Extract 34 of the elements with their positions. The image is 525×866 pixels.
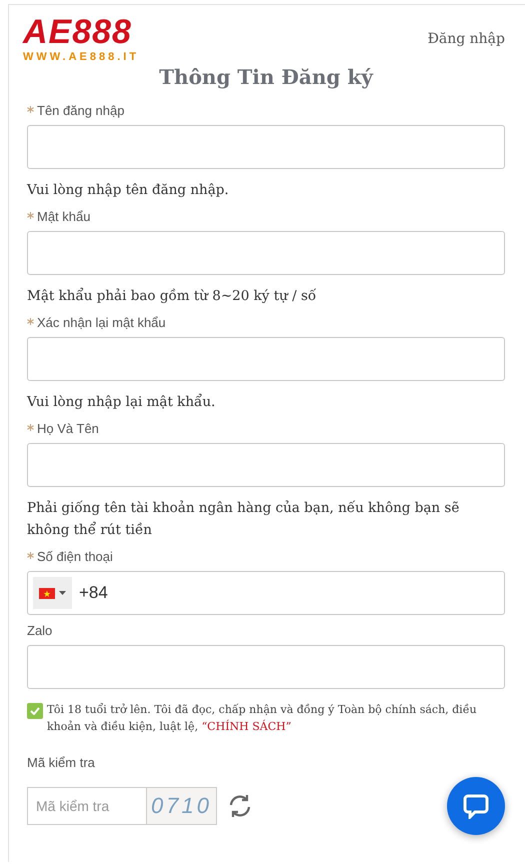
logo-url: WWW.AE888.IT xyxy=(23,51,140,63)
phone-value: +84 xyxy=(79,583,108,603)
input-field[interactable] xyxy=(27,337,505,381)
chat-button[interactable] xyxy=(447,777,505,835)
captcha-label: Mã kiểm tra xyxy=(27,755,95,770)
input-field[interactable] xyxy=(27,125,505,169)
captcha-image: 0710 xyxy=(147,787,217,825)
captcha-field[interactable]: Mã kiểm tra xyxy=(27,787,147,825)
agreement-text: Tôi 18 tuổi trở lên. Tôi đã đọc, chấp nhận và đồng ý Toàn bộ chính sách, điều khoản và điều kiện, luật lệ, “CHÍNH SÁCH” xyxy=(47,702,478,735)
field-label: Mật khẩu xyxy=(37,209,90,224)
logo-brand: AE888 xyxy=(23,13,133,51)
country-selector[interactable] xyxy=(33,577,72,609)
field-hint: Vui lòng nhập tên đăng nhập. xyxy=(27,181,230,200)
phone-field[interactable]: +84 xyxy=(27,571,505,615)
login-link[interactable]: Đăng nhập xyxy=(428,31,505,47)
refresh-icon[interactable] xyxy=(227,793,253,819)
form-title: Thông Tin Đăng ký xyxy=(158,65,374,89)
field-label: Họ Và Tên xyxy=(37,421,99,436)
checkmark-icon xyxy=(30,707,40,715)
input-field[interactable] xyxy=(27,645,505,689)
agreement-checkbox[interactable] xyxy=(27,703,43,719)
caret-icon xyxy=(59,591,66,595)
flag-icon xyxy=(39,588,55,598)
field-label: Số điện thoại xyxy=(37,549,113,564)
input-field[interactable] xyxy=(27,231,505,275)
chat-icon xyxy=(463,793,489,819)
input-field[interactable] xyxy=(27,443,505,487)
field-hint: Phải giống tên tài khoản ngân hàng của bạn, nếu không bạn sẽ không thể rút tiền xyxy=(27,499,460,540)
field-label: Zalo xyxy=(27,623,52,638)
field-label: Tên đăng nhập xyxy=(37,103,124,118)
field-label: Xác nhận lại mật khẩu xyxy=(37,315,166,330)
policy-link[interactable]: “CHÍNH SÁCH” xyxy=(202,720,292,733)
field-hint: Mật khẩu phải bao gồm từ 8~20 ký tự / số xyxy=(27,286,318,306)
field-hint: Vui lòng nhập lại mật khẩu. xyxy=(27,392,216,412)
